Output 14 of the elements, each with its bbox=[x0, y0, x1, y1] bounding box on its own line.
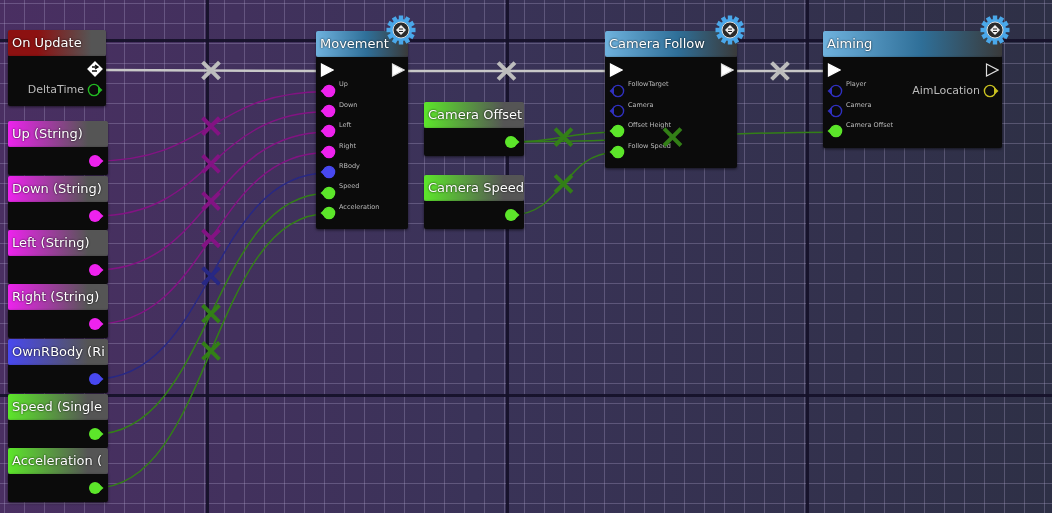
node-title[interactable]: Speed (Single bbox=[8, 394, 108, 420]
node-title[interactable]: Movement bbox=[316, 31, 408, 57]
node-title[interactable]: Camera Speed bbox=[424, 175, 524, 201]
node-title[interactable]: On Update bbox=[8, 30, 106, 56]
node-title[interactable]: Right (String) bbox=[8, 284, 108, 310]
node-title[interactable]: OwnRBody (Ri bbox=[8, 339, 108, 365]
pin-label: AimLocation bbox=[912, 84, 980, 98]
node-title[interactable]: Up (String) bbox=[8, 121, 108, 147]
node-title[interactable]: Camera Offset bbox=[424, 102, 524, 128]
node-title[interactable]: Left (String) bbox=[8, 230, 108, 256]
node-title[interactable]: Camera Follow bbox=[605, 31, 737, 57]
node-title[interactable]: Down (String) bbox=[8, 176, 108, 202]
node-title[interactable]: Acceleration ( bbox=[8, 448, 108, 474]
pin-label: DeltaTime bbox=[27, 83, 84, 97]
